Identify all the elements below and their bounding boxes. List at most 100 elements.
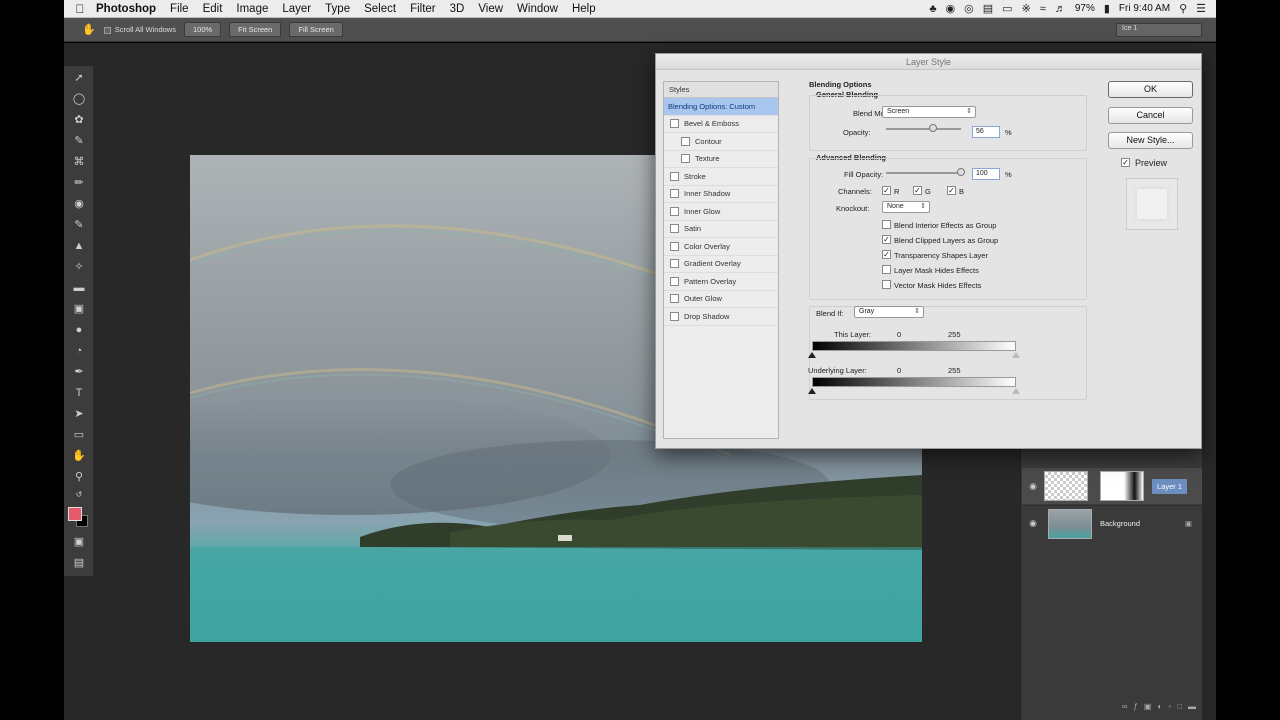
advanced-option-checkbox[interactable]: [882, 280, 891, 289]
style-item[interactable]: Color Overlay: [664, 238, 778, 256]
history-brush-tool-icon[interactable]: ✧: [70, 259, 88, 275]
layer-row-background[interactable]: ◉ Background ▣: [1022, 505, 1202, 541]
ok-button[interactable]: OK: [1108, 81, 1193, 98]
notification-center-icon[interactable]: ☰: [1196, 2, 1206, 15]
style-item[interactable]: Pattern Overlay: [664, 273, 778, 291]
this-layer-white-slider[interactable]: [1012, 352, 1020, 358]
cancel-button[interactable]: Cancel: [1108, 107, 1193, 124]
search-icon[interactable]: ⚲: [1179, 2, 1187, 15]
quick-selection-tool-icon[interactable]: ✎: [70, 133, 88, 149]
evernote-icon[interactable]: ♣: [929, 3, 936, 15]
menu-image[interactable]: Image: [236, 3, 268, 15]
fit-screen-button[interactable]: Fit Screen: [229, 22, 282, 37]
marquee-tool-icon[interactable]: ◯: [70, 91, 88, 107]
underlying-layer-white-slider[interactable]: [1012, 388, 1020, 394]
scroll-all-checkbox[interactable]: [103, 26, 111, 34]
dodge-tool-icon[interactable]: ◔: [70, 343, 88, 359]
opacity-input[interactable]: 56: [972, 126, 1000, 138]
swap-colors-icon[interactable]: ↺: [70, 487, 88, 503]
zoom-100-button[interactable]: 100%: [183, 22, 222, 37]
fill-opacity-slider[interactable]: [886, 172, 961, 174]
new-style-button[interactable]: New Style...: [1108, 132, 1193, 149]
blur-tool-icon[interactable]: ●: [70, 322, 88, 338]
new-layer-icon[interactable]: □: [1177, 702, 1182, 711]
menu-help[interactable]: Help: [572, 3, 596, 15]
style-checkbox[interactable]: [670, 171, 679, 181]
style-item[interactable]: Blending Options: Custom: [664, 98, 778, 116]
menu-select[interactable]: Select: [364, 3, 396, 15]
trash-icon[interactable]: ▬: [1188, 702, 1196, 711]
style-checkbox[interactable]: [670, 119, 679, 129]
screen-mode-icon[interactable]: ▤: [70, 555, 88, 571]
zoom-tool-icon[interactable]: ⚲: [70, 469, 88, 485]
fill-opacity-slider-thumb[interactable]: [957, 168, 965, 176]
style-item[interactable]: Gradient Overlay: [664, 256, 778, 273]
layer-thumbnail[interactable]: [1044, 471, 1088, 501]
clone-stamp-tool-icon[interactable]: ▲: [70, 238, 88, 254]
lasso-tool-icon[interactable]: ✿: [70, 112, 88, 128]
apple-icon[interactable]: : [64, 2, 96, 16]
new-group-icon[interactable]: ▫: [1168, 702, 1171, 711]
advanced-option-checkbox[interactable]: ✓: [882, 235, 891, 244]
channel-b-checkbox[interactable]: ✓: [947, 186, 956, 195]
underlying-layer-black-slider[interactable]: [808, 388, 816, 394]
healing-brush-tool-icon[interactable]: ◉: [70, 196, 88, 212]
style-item[interactable]: Texture: [664, 151, 778, 168]
move-tool-icon[interactable]: ➚: [70, 70, 88, 86]
fill-screen-button[interactable]: Fill Screen: [289, 22, 343, 37]
preview-checkbox[interactable]: ✓: [1121, 158, 1130, 167]
battery-percent[interactable]: 97%: [1075, 3, 1095, 14]
channel-r-checkbox[interactable]: ✓: [882, 186, 891, 195]
record-icon[interactable]: ◎: [964, 2, 974, 15]
style-checkbox[interactable]: [681, 154, 690, 164]
style-item[interactable]: Drop Shadow: [664, 308, 778, 326]
add-mask-icon[interactable]: ▣: [1144, 702, 1152, 711]
link-layers-icon[interactable]: ∞: [1122, 702, 1128, 711]
pen-tool-icon[interactable]: ✒: [70, 364, 88, 380]
layer-name[interactable]: Layer 1: [1152, 478, 1188, 494]
menu-file[interactable]: File: [170, 3, 189, 15]
styles-header[interactable]: Styles: [664, 82, 778, 98]
airplay-icon[interactable]: ▭: [1002, 2, 1012, 15]
screen-icon[interactable]: ▤: [983, 2, 993, 15]
style-checkbox[interactable]: [681, 136, 690, 146]
advanced-option-checkbox[interactable]: ✓: [882, 250, 891, 259]
layer-mask-thumbnail[interactable]: [1100, 471, 1144, 501]
style-checkbox[interactable]: [670, 206, 679, 216]
opacity-slider[interactable]: [886, 128, 961, 130]
type-tool-icon[interactable]: T: [70, 385, 88, 401]
style-checkbox[interactable]: [670, 189, 679, 199]
hand-tool-preset-icon[interactable]: ✋: [82, 23, 96, 36]
style-item[interactable]: Bevel & Emboss: [664, 116, 778, 133]
brush-tool-icon[interactable]: ✎: [70, 217, 88, 233]
hand-tool-icon[interactable]: ✋: [70, 448, 88, 464]
blend-mode-select[interactable]: Screen: [882, 106, 976, 118]
style-checkbox[interactable]: [670, 241, 679, 251]
style-checkbox[interactable]: [670, 294, 679, 304]
blend-if-select[interactable]: Gray: [854, 306, 924, 318]
layer-name[interactable]: Background: [1100, 519, 1140, 528]
menu-layer[interactable]: Layer: [282, 3, 311, 15]
fill-opacity-input[interactable]: 100: [972, 168, 1000, 180]
menu-filter[interactable]: Filter: [410, 3, 436, 15]
eye-icon[interactable]: ◉: [1022, 518, 1044, 529]
scroll-all-windows-option[interactable]: Scroll All Windows: [103, 25, 176, 34]
volume-icon[interactable]: ♬: [1055, 3, 1066, 15]
style-item[interactable]: Inner Glow: [664, 203, 778, 221]
this-layer-black-slider[interactable]: [808, 352, 816, 358]
knockout-select[interactable]: None: [882, 201, 930, 213]
menu-edit[interactable]: Edit: [203, 3, 223, 15]
style-item[interactable]: Contour: [664, 133, 778, 151]
eyedropper-tool-icon[interactable]: ✏: [70, 175, 88, 191]
style-checkbox[interactable]: [670, 259, 679, 269]
eraser-tool-icon[interactable]: ▬: [70, 280, 88, 296]
menu-3d[interactable]: 3D: [450, 3, 465, 15]
style-item[interactable]: Satin: [664, 221, 778, 238]
style-item[interactable]: Outer Glow: [664, 291, 778, 308]
eye-icon[interactable]: ◉: [1022, 481, 1044, 492]
path-selection-tool-icon[interactable]: ➤: [70, 406, 88, 422]
app-status-icon[interactable]: ◉: [946, 2, 956, 15]
menu-type[interactable]: Type: [325, 3, 350, 15]
quick-mask-icon[interactable]: ▣: [70, 534, 88, 550]
style-item[interactable]: Inner Shadow: [664, 186, 778, 203]
